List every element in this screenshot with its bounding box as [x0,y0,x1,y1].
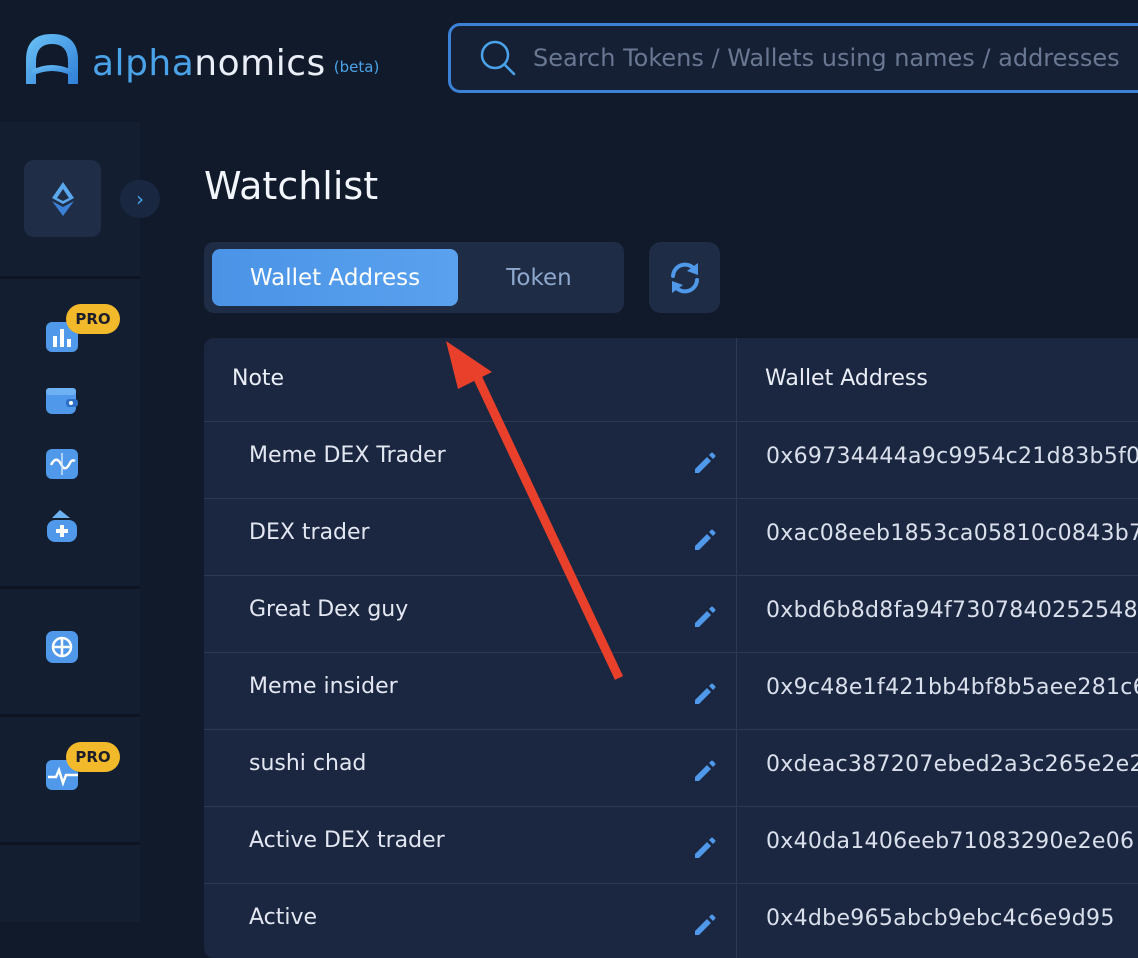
wallet-icon[interactable] [44,382,82,420]
wallet-address-cell[interactable]: 0x40da1406eeb71083290e2e06 [766,829,1134,854]
beta-label: (beta) [333,58,380,76]
refresh-icon [670,262,699,293]
wallet-address-cell[interactable]: 0xac08eeb1853ca05810c0843b7 [766,521,1138,546]
column-header-wallet-address[interactable]: Wallet Address [765,366,928,391]
edit-pencil-icon[interactable] [692,835,718,861]
search-input[interactable] [533,44,1138,72]
column-header-note[interactable]: Note [232,366,284,391]
sidebar-expand-button[interactable]: › [120,180,160,218]
brand-name-part2: nomics [194,43,326,84]
note-cell: Great Dex guy [249,597,409,622]
ethereum-icon [51,181,74,216]
sidebar-divider [0,842,140,845]
pro-badge: PRO [66,304,120,334]
table-row[interactable]: Great Dex guy 0xbd6b8d8fa94f730784025254… [204,576,1138,653]
note-cell: sushi chad [249,751,367,776]
page-title: Watchlist [204,164,379,208]
sidebar: › PRO PRO [0,122,160,922]
top-bar: alphanomics (beta) [0,0,1138,122]
search-bar[interactable] [448,23,1138,93]
edit-pencil-icon[interactable] [692,758,718,784]
table-row[interactable]: Meme DEX Trader 0x69734444a9c9954c21d83b… [204,422,1138,499]
wallet-address-cell[interactable]: 0x4dbe965abcb9ebc4c6e9d95 [766,906,1115,931]
sidebar-divider [0,714,140,717]
sidebar-divider [0,276,140,279]
tab-wallet-address[interactable]: Wallet Address [212,249,458,306]
watchlist-tabs: Wallet Address Token [204,242,624,313]
wallet-address-cell[interactable]: 0xbd6b8d8fa94f73078402525481 [766,598,1138,623]
note-cell: Active [249,905,318,930]
main-content: Watchlist Wallet Address Token Note Wall… [140,122,1138,958]
edit-pencil-icon[interactable] [692,681,718,707]
wallet-address-cell[interactable]: 0x69734444a9c9954c21d83b5f0 [766,444,1138,469]
watchlist-table: Note Wallet Address Meme DEX Trader 0x69… [204,338,1138,958]
edit-pencil-icon[interactable] [692,450,718,476]
edit-pencil-icon[interactable] [692,527,718,553]
note-cell: Active DEX trader [249,828,445,853]
note-cell: DEX trader [249,520,370,545]
table-row[interactable]: DEX trader 0xac08eeb1853ca05810c0843b7 [204,499,1138,576]
sidebar-divider [0,586,140,589]
table-header: Note Wallet Address [204,338,1138,422]
pro-badge: PRO [66,742,120,772]
brand-logo[interactable]: alphanomics (beta) [22,30,379,86]
grid-plus-icon[interactable] [44,628,82,666]
note-cell: Meme insider [249,674,398,699]
search-icon [480,40,516,76]
note-cell: Meme DEX Trader [249,443,446,468]
chevron-right-icon: › [136,187,144,211]
table-row[interactable]: sushi chad 0xdeac387207ebed2a3c265e2e2 [204,730,1138,807]
edit-pencil-icon[interactable] [692,604,718,630]
alphanomics-logo-icon [26,34,78,84]
table-row[interactable]: Active 0x4dbe965abcb9ebc4c6e9d95 [204,884,1138,958]
brand-name: alphanomics [92,42,326,86]
signal-wave-icon[interactable] [44,445,82,483]
chain-selector-button[interactable] [24,160,101,237]
table-row[interactable]: Meme insider 0x9c48e1f421bb4bf8b5aee281c… [204,653,1138,730]
edit-pencil-icon[interactable] [692,912,718,938]
refresh-button[interactable] [649,242,720,313]
wallet-address-cell[interactable]: 0xdeac387207ebed2a3c265e2e2 [766,752,1138,777]
table-row[interactable]: Active DEX trader 0x40da1406eeb71083290e… [204,807,1138,884]
wallet-address-cell[interactable]: 0x9c48e1f421bb4bf8b5aee281c6 [766,675,1138,700]
brand-name-part1: alpha [92,43,195,84]
medical-bag-icon[interactable] [44,508,82,546]
tab-token[interactable]: Token [460,249,618,306]
